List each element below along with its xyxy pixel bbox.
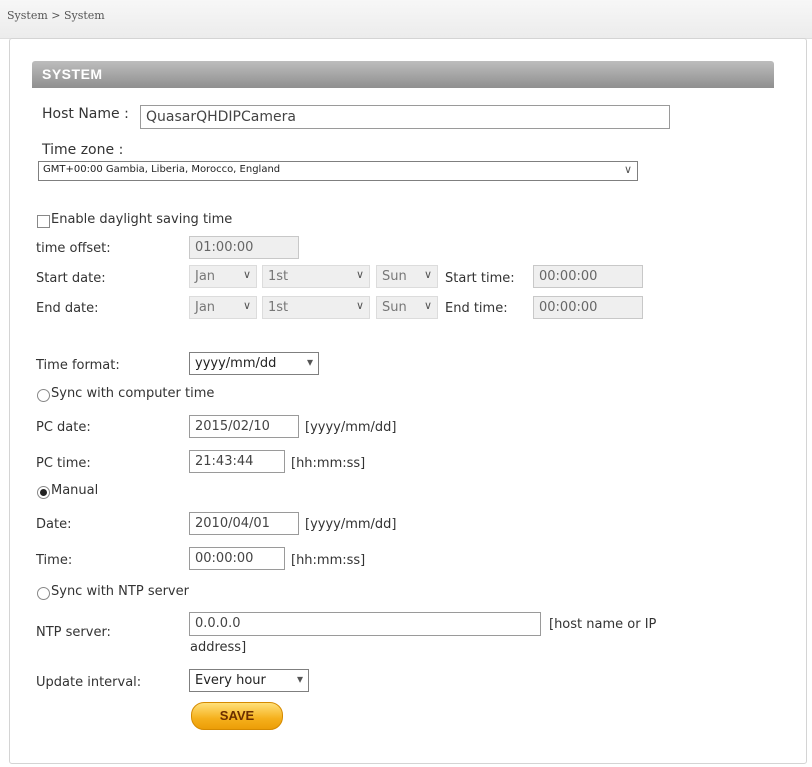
pc-date-label: PC date: (36, 420, 91, 435)
time-zone-select[interactable]: GMT+00:00 Gambia, Liberia, Morocco, Engl… (38, 161, 638, 181)
host-name-input[interactable]: QuasarQHDIPCamera (140, 105, 670, 129)
pc-date-input[interactable]: 2015/02/10 (189, 415, 299, 438)
chevron-down-icon: ∨ (423, 268, 432, 281)
time-offset-label: time offset: (36, 241, 111, 256)
start-weekday-value: Sun (382, 269, 407, 284)
start-date-label: Start date: (36, 271, 106, 286)
chevron-down-icon: ∨ (242, 268, 251, 281)
time-format-select[interactable]: yyyy/mm/dd ▾ (189, 352, 319, 375)
chevron-down-icon: ∨ (242, 299, 251, 312)
ntp-server-hint-continued: address] (190, 640, 247, 655)
pc-time-label: PC time: (36, 456, 91, 471)
daylight-saving-checkbox[interactable] (37, 215, 50, 228)
date-label: Date: (36, 517, 72, 532)
end-weekday-select[interactable]: Sun ∨ (376, 296, 438, 319)
sync-ntp-label: Sync with NTP server (51, 584, 189, 599)
host-name-label: Host Name : (42, 106, 129, 122)
end-day-select[interactable]: 1st ∨ (262, 296, 370, 319)
ntp-server-input[interactable]: 0.0.0.0 (189, 612, 541, 636)
manual-label: Manual (51, 483, 99, 498)
time-input[interactable]: 00:00:00 (189, 547, 285, 570)
end-time-label: End time: (445, 301, 508, 316)
top-bar: System > System (0, 0, 812, 39)
end-month-value: Jan (195, 300, 216, 315)
chevron-down-icon: ▾ (306, 355, 313, 369)
time-zone-value: GMT+00:00 Gambia, Liberia, Morocco, Engl… (43, 164, 281, 175)
section-header: SYSTEM (32, 61, 774, 88)
update-interval-label: Update interval: (36, 675, 142, 690)
breadcrumb[interactable]: System > System (7, 9, 105, 22)
sync-computer-radio[interactable] (37, 389, 50, 402)
start-day-select[interactable]: 1st ∨ (262, 265, 370, 288)
update-interval-select[interactable]: Every hour ▾ (189, 669, 309, 692)
time-zone-label: Time zone : (42, 142, 124, 158)
daylight-saving-label: Enable daylight saving time (51, 212, 233, 227)
start-month-value: Jan (195, 269, 216, 284)
pc-time-hint: [hh:mm:ss] (291, 456, 366, 471)
section-title: SYSTEM (42, 66, 103, 82)
ntp-server-label: NTP server: (36, 625, 111, 640)
start-month-select[interactable]: Jan ∨ (189, 265, 257, 288)
chevron-down-icon: ▾ (296, 672, 303, 686)
end-day-value: 1st (268, 300, 289, 315)
end-date-label: End date: (36, 301, 99, 316)
time-label: Time: (36, 553, 73, 568)
sync-computer-label: Sync with computer time (51, 386, 215, 401)
chevron-down-icon: ∨ (355, 299, 364, 312)
manual-radio[interactable] (37, 486, 50, 499)
sync-ntp-radio[interactable] (37, 587, 50, 600)
chevron-down-icon: ∨ (355, 268, 364, 281)
save-button[interactable]: SAVE (191, 702, 283, 730)
time-hint: [hh:mm:ss] (291, 553, 366, 568)
date-hint: [yyyy/mm/dd] (305, 517, 397, 532)
pc-time-input[interactable]: 21:43:44 (189, 450, 285, 473)
time-offset-input[interactable]: 01:00:00 (189, 236, 299, 259)
start-weekday-select[interactable]: Sun ∨ (376, 265, 438, 288)
end-month-select[interactable]: Jan ∨ (189, 296, 257, 319)
date-input[interactable]: 2010/04/01 (189, 512, 299, 535)
end-weekday-value: Sun (382, 300, 407, 315)
update-interval-value: Every hour (195, 673, 266, 688)
chevron-down-icon: ∨ (623, 163, 632, 176)
start-day-value: 1st (268, 269, 289, 284)
start-time-input[interactable]: 00:00:00 (533, 265, 643, 288)
system-panel (9, 38, 807, 764)
time-format-value: yyyy/mm/dd (195, 356, 277, 371)
ntp-server-hint: [host name or IP (549, 617, 657, 632)
pc-date-hint: [yyyy/mm/dd] (305, 420, 397, 435)
start-time-label: Start time: (445, 271, 515, 286)
chevron-down-icon: ∨ (423, 299, 432, 312)
time-format-label: Time format: (36, 358, 120, 373)
end-time-input[interactable]: 00:00:00 (533, 296, 643, 319)
